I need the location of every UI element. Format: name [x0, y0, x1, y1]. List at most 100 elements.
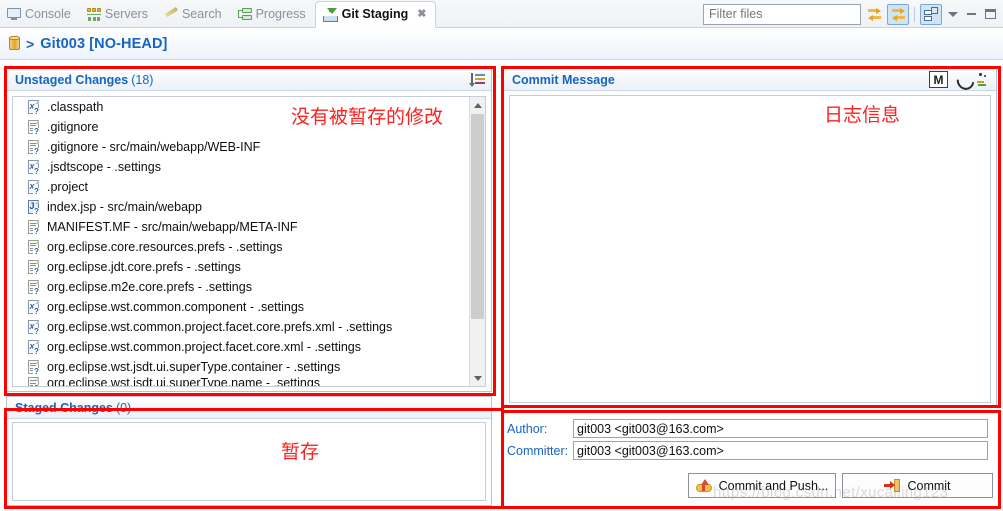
unstaged-file-name: org.eclipse.core.resources.prefs - .sett…	[47, 239, 283, 254]
unstaged-changes-count: (18)	[131, 72, 154, 87]
commit-message-header: Commit Message M	[504, 69, 996, 91]
console-icon	[7, 7, 21, 21]
minimize-icon[interactable]	[963, 6, 980, 22]
annotation-commit-message-text: 日志信息	[824, 104, 901, 126]
toolbar-divider	[914, 6, 915, 22]
unstaged-file-row[interactable]: ? org.eclipse.wst.jsdt.ui.superType.conta…	[13, 357, 468, 377]
unstaged-file-name: .gitignore - src/main/webapp/WEB-INF	[47, 139, 261, 154]
staged-file-list[interactable]	[12, 422, 486, 501]
unstaged-file-name: org.eclipse.jdt.core.prefs - .settings	[47, 259, 241, 274]
close-icon[interactable]: ✖	[417, 9, 426, 20]
git-staging-view: Console Servers Search Progress Git Stag…	[0, 0, 1003, 511]
filter-files-input[interactable]	[703, 3, 861, 25]
tab-search[interactable]: Search	[157, 1, 231, 27]
author-label: Author:	[507, 421, 548, 436]
commit-message-input[interactable]	[509, 95, 991, 403]
link-selection-icon[interactable]	[887, 3, 909, 25]
doc-file-icon: ?	[27, 279, 41, 296]
unstaged-file-row[interactable]: ? .gitignore - src/main/webapp/WEB-INF	[13, 137, 468, 157]
page-title[interactable]: Git003 [NO-HEAD]	[40, 36, 167, 52]
tab-label: Progress	[255, 6, 306, 21]
doc-file-icon: ?	[27, 377, 41, 386]
tab-label: Git Staging	[341, 7, 409, 22]
unstaged-file-row[interactable]: ? org.eclipse.jdt.core.prefs - .settings	[13, 257, 468, 277]
annotation-unstaged-text: 没有被暂存的修改	[291, 106, 444, 128]
unstaged-file-name: .jsdtscope - .settings	[47, 159, 161, 174]
tab-label: Search	[181, 6, 222, 21]
breadcrumb: > Git003 [NO-HEAD]	[0, 28, 1003, 60]
unstaged-list-scrollbar[interactable]	[469, 97, 485, 386]
doc-file-icon: ?	[27, 239, 41, 256]
unstaged-file-name: .gitignore	[47, 119, 99, 134]
unstaged-file-name: org.eclipse.wst.common.component - .sett…	[47, 299, 305, 314]
xml-file-icon: x?	[28, 299, 40, 316]
tab-label: Servers	[104, 6, 148, 21]
signed-off-by-icon[interactable]	[956, 72, 971, 87]
unstaged-file-row[interactable]: J? index.jsp - src/main/webapp	[13, 197, 468, 217]
unstaged-file-name: org.eclipse.wst.jsdt.ui.superType.contai…	[47, 359, 341, 374]
tab-servers[interactable]: Servers	[80, 1, 157, 27]
unstaged-file-row[interactable]: x? org.eclipse.wst.common.project.facet.c…	[13, 337, 468, 357]
xml-file-icon: x?	[28, 179, 40, 196]
xml-file-icon: x?	[28, 159, 40, 176]
unstaged-changes-header: Unstaged Changes (18)	[7, 69, 491, 91]
unstaged-file-name: MANIFEST.MF - src/main/webapp/META-INF	[47, 219, 298, 234]
unstaged-file-row[interactable]: x? .project	[13, 177, 468, 197]
search-pen-icon	[164, 6, 179, 21]
unstaged-file-name: org.eclipse.m2e.core.prefs - .settings	[47, 279, 252, 294]
scroll-down-icon[interactable]	[470, 370, 485, 386]
jsp-file-icon: J?	[28, 199, 40, 216]
xml-file-icon: x?	[28, 319, 40, 336]
author-field[interactable]	[573, 419, 988, 438]
unstaged-file-row[interactable]: x? org.eclipse.wst.common.project.facet.c…	[13, 317, 468, 337]
doc-file-icon: ?	[27, 359, 41, 376]
view-menu-chevron-icon[interactable]	[944, 6, 961, 22]
watermark: https://blog.csdn.net/xucaiiing123	[713, 484, 949, 501]
scroll-up-icon[interactable]	[470, 97, 485, 113]
commit-message-title: Commit Message	[512, 72, 615, 87]
commit-message-panel: Commit Message M	[503, 68, 997, 408]
amend-commit-button[interactable]: M	[929, 71, 948, 88]
git-staging-icon	[322, 7, 338, 22]
servers-icon	[86, 7, 101, 21]
unstaged-file-row[interactable]: ? org.eclipse.m2e.core.prefs - .settings	[13, 277, 468, 297]
unstaged-file-row[interactable]: ? org.eclipse.core.resources.prefs - .set…	[13, 237, 468, 257]
committer-field[interactable]	[573, 441, 988, 460]
unstaged-file-name: .project	[47, 179, 88, 194]
progress-icon	[237, 7, 252, 21]
sort-presentation-icon[interactable]	[469, 72, 485, 87]
doc-file-icon: ?	[27, 139, 41, 156]
breadcrumb-separator: >	[26, 35, 35, 52]
tab-git-staging[interactable]: Git Staging ✖	[314, 1, 437, 28]
doc-file-icon: ?	[27, 219, 41, 236]
unstaged-file-row[interactable]: x? org.eclipse.wst.common.component - .se…	[13, 297, 468, 317]
maximize-icon[interactable]	[982, 6, 999, 22]
unstaged-file-row[interactable]: ? org.eclipse.wst.jsdt.ui.superType.name …	[13, 377, 468, 386]
push-cloud-icon	[695, 478, 712, 493]
unstaged-file-row[interactable]: x? .jsdtscope - .settings	[13, 157, 468, 177]
staged-changes-title: Staged Changes	[15, 400, 113, 415]
xml-file-icon: x?	[28, 339, 40, 356]
tab-console[interactable]: Console	[0, 1, 80, 27]
unstaged-file-name: org.eclipse.wst.jsdt.ui.superType.name -…	[47, 377, 321, 386]
unstaged-file-name: org.eclipse.wst.common.project.facet.cor…	[47, 319, 393, 334]
unstaged-file-name: index.jsp - src/main/webapp	[47, 199, 202, 214]
staged-changes-header: Staged Changes (0)	[7, 397, 491, 419]
committer-row: Committer:	[507, 441, 988, 460]
xml-file-icon: x?	[28, 99, 40, 116]
annotation-staged-text: 暂存	[281, 441, 320, 463]
doc-file-icon: ?	[27, 259, 41, 276]
column-layout-icon[interactable]	[920, 3, 942, 25]
refresh-swap-icon[interactable]	[863, 4, 885, 25]
staged-changes-panel: Staged Changes (0)	[6, 396, 492, 506]
scrollbar-thumb[interactable]	[471, 114, 484, 319]
staged-changes-count: (0)	[115, 400, 132, 415]
unstaged-file-name: org.eclipse.wst.common.project.facet.cor…	[47, 339, 362, 354]
unstaged-file-list[interactable]: x? .classpath? .gitignore? .gitignore - src…	[12, 96, 486, 387]
author-row: Author:	[507, 419, 988, 438]
tab-progress[interactable]: Progress	[231, 1, 315, 27]
change-id-icon[interactable]	[976, 72, 990, 87]
unstaged-file-row[interactable]: ? MANIFEST.MF - src/main/webapp/META-INF	[13, 217, 468, 237]
repository-icon	[9, 36, 20, 51]
doc-file-icon: ?	[27, 119, 41, 136]
